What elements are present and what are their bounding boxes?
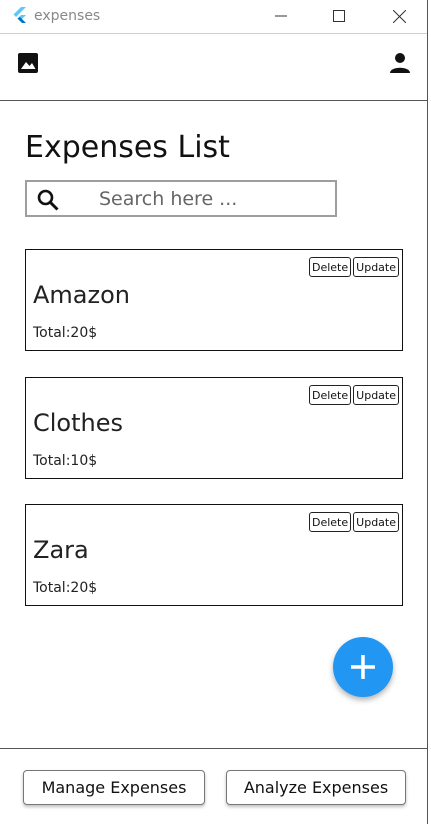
delete-button[interactable]: Delete — [309, 512, 352, 532]
manage-expenses-button[interactable]: Manage Expenses — [23, 770, 205, 805]
expense-total: Total:10$ — [33, 453, 98, 469]
window-title: expenses — [34, 8, 101, 24]
minimize-button[interactable] — [266, 4, 296, 28]
page-title: Expenses List — [25, 130, 230, 165]
search-icon — [37, 189, 59, 211]
minimize-icon — [275, 15, 287, 17]
update-button[interactable]: Update — [353, 385, 399, 405]
app-window: expenses Expenses List Delete U — [0, 0, 428, 824]
analyze-expenses-button[interactable]: Analyze Expenses — [226, 770, 406, 805]
expense-total: Total:20$ — [33, 580, 98, 596]
update-button[interactable]: Update — [353, 512, 399, 532]
maximize-icon — [333, 10, 345, 22]
maximize-button[interactable] — [324, 4, 354, 28]
expense-name: Zara — [33, 536, 89, 564]
expense-total: Total:20$ — [33, 325, 98, 341]
close-icon — [392, 9, 406, 23]
expense-card: Delete Update Zara Total:20$ — [25, 504, 403, 606]
update-button[interactable]: Update — [353, 257, 399, 277]
plus-icon — [351, 655, 375, 679]
account-icon[interactable] — [388, 51, 412, 75]
image-icon[interactable] — [16, 51, 40, 75]
card-actions: Delete Update — [309, 512, 399, 532]
expense-name: Clothes — [33, 409, 123, 437]
expense-card: Delete Update Clothes Total:10$ — [25, 377, 403, 479]
close-button[interactable] — [384, 4, 414, 28]
card-actions: Delete Update — [309, 257, 399, 277]
flutter-logo-icon — [13, 7, 26, 23]
add-expense-button[interactable] — [333, 637, 393, 697]
search-input[interactable] — [99, 187, 324, 211]
expense-card: Delete Update Amazon Total:20$ — [25, 249, 403, 351]
delete-button[interactable]: Delete — [309, 257, 352, 277]
app-bar — [0, 33, 427, 101]
delete-button[interactable]: Delete — [309, 385, 352, 405]
search-box[interactable] — [25, 180, 337, 217]
bottom-bar: Manage Expenses Analyze Expenses — [0, 748, 427, 824]
expense-name: Amazon — [33, 281, 130, 309]
title-bar: expenses — [0, 0, 427, 33]
card-actions: Delete Update — [309, 385, 399, 405]
